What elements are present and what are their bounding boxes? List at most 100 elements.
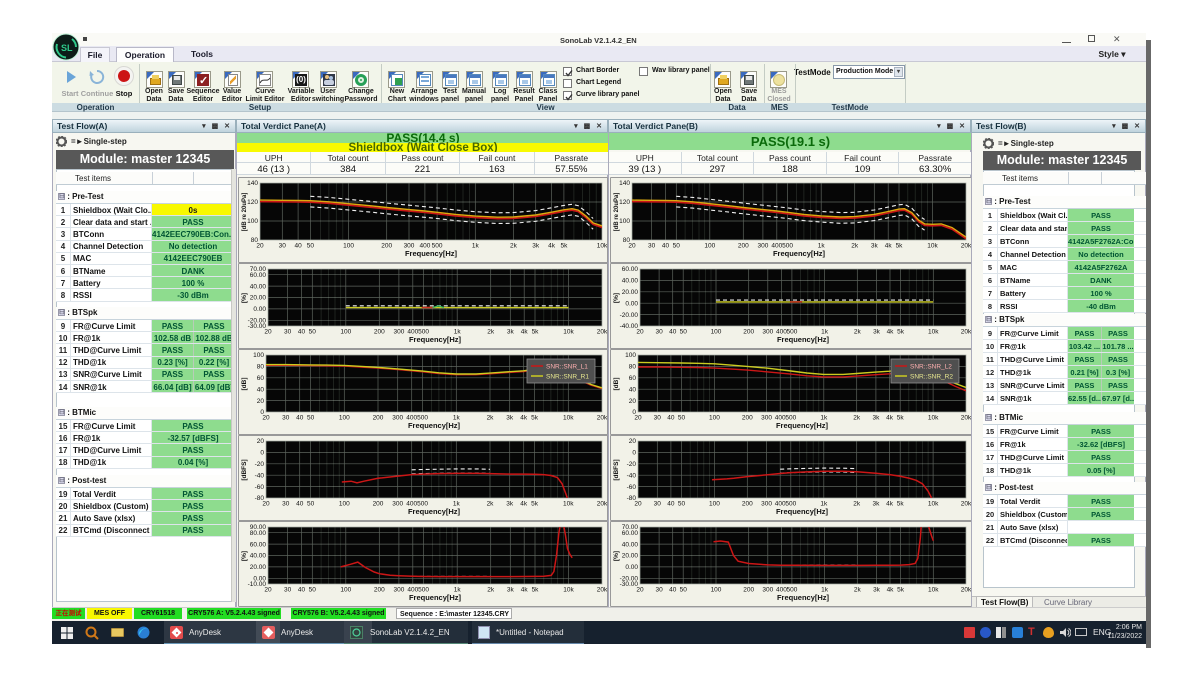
svg-text:10k: 10k: [928, 329, 939, 336]
svg-text:50: 50: [307, 415, 315, 422]
svg-text:2k: 2k: [487, 329, 495, 336]
svg-text:10k: 10k: [563, 329, 574, 336]
svg-text:-20: -20: [627, 461, 637, 468]
svg-text:-20.00: -20.00: [620, 312, 639, 319]
svg-text:20: 20: [264, 587, 272, 594]
svg-text:0.00: 0.00: [625, 300, 638, 307]
svg-text:0: 0: [260, 450, 264, 457]
svg-text:20k: 20k: [961, 329, 971, 336]
svg-text:50: 50: [678, 501, 686, 508]
svg-text:4k: 4k: [886, 415, 894, 422]
svg-text:100: 100: [704, 243, 715, 250]
svg-text:40.00: 40.00: [250, 283, 267, 290]
svg-text:2k: 2k: [487, 415, 495, 422]
svg-text:20: 20: [629, 398, 637, 405]
svg-text:300: 300: [762, 587, 773, 594]
svg-text:1k: 1k: [472, 243, 480, 250]
svg-text:40: 40: [257, 386, 265, 393]
svg-text:4k: 4k: [887, 587, 895, 594]
svg-text:5k: 5k: [531, 501, 539, 508]
svg-text:10k: 10k: [597, 243, 607, 250]
svg-text:4k: 4k: [521, 587, 529, 594]
svg-text:300: 300: [393, 587, 404, 594]
svg-text:20.00: 20.00: [622, 289, 639, 296]
svg-text:60: 60: [257, 375, 265, 382]
svg-text:60.00: 60.00: [622, 266, 639, 273]
svg-text:40.00: 40.00: [250, 553, 267, 560]
svg-text:SNR::SNR_L1: SNR::SNR_L1: [546, 364, 588, 371]
svg-text:100: 100: [339, 415, 350, 422]
svg-text:3k: 3k: [871, 243, 879, 250]
svg-text:140: 140: [247, 180, 258, 187]
svg-text:200: 200: [743, 587, 754, 594]
svg-text:40.00: 40.00: [622, 278, 639, 285]
svg-text:3k: 3k: [873, 329, 881, 336]
svg-text:10k: 10k: [927, 243, 938, 250]
svg-text:60.00: 60.00: [250, 272, 267, 279]
svg-text:[dBFS]: [dBFS]: [241, 459, 248, 480]
svg-text:30: 30: [282, 501, 290, 508]
svg-text:3k: 3k: [872, 415, 880, 422]
svg-text:20k: 20k: [961, 243, 971, 250]
svg-text:30: 30: [654, 415, 662, 422]
svg-text:2k: 2k: [510, 243, 518, 250]
svg-text:50: 50: [680, 587, 688, 594]
svg-text:3k: 3k: [532, 243, 540, 250]
svg-text:300: 300: [393, 329, 404, 336]
svg-text:20: 20: [636, 329, 644, 336]
svg-text:30: 30: [655, 587, 663, 594]
svg-text:20: 20: [257, 398, 265, 405]
svg-text:300: 300: [392, 415, 403, 422]
svg-text:120: 120: [619, 199, 630, 206]
svg-text:5k: 5k: [897, 329, 905, 336]
svg-text:0.00: 0.00: [253, 306, 266, 313]
svg-text:3k: 3k: [872, 501, 880, 508]
svg-text:40.00: 40.00: [622, 541, 639, 548]
svg-text:20: 20: [636, 587, 644, 594]
svg-text:300: 300: [392, 501, 403, 508]
svg-text:30: 30: [654, 501, 662, 508]
svg-text:20k: 20k: [961, 587, 971, 594]
svg-text:4k: 4k: [521, 329, 529, 336]
svg-text:4k: 4k: [520, 415, 528, 422]
svg-text:200: 200: [374, 329, 385, 336]
svg-text:60.00: 60.00: [622, 530, 639, 537]
svg-text:30: 30: [279, 243, 287, 250]
svg-text:-40: -40: [255, 472, 265, 479]
svg-text:30: 30: [655, 329, 663, 336]
svg-text:20.00: 20.00: [250, 564, 267, 571]
svg-text:140: 140: [619, 180, 630, 187]
svg-text:5k: 5k: [531, 415, 539, 422]
svg-text:-60: -60: [627, 484, 637, 491]
svg-text:200: 200: [373, 415, 384, 422]
svg-text:10k: 10k: [928, 587, 939, 594]
svg-text:100: 100: [253, 352, 264, 359]
svg-text:Frequency[Hz]: Frequency[Hz]: [408, 421, 461, 430]
svg-text:Frequency[Hz]: Frequency[Hz]: [776, 507, 829, 516]
svg-text:80: 80: [629, 364, 637, 371]
svg-text:20k: 20k: [597, 501, 607, 508]
svg-text:[%]: [%]: [613, 551, 620, 561]
svg-text:40: 40: [669, 329, 677, 336]
svg-text:200: 200: [743, 329, 754, 336]
svg-text:20: 20: [629, 438, 637, 445]
svg-text:2k: 2k: [487, 501, 495, 508]
svg-text:3k: 3k: [507, 329, 515, 336]
svg-text:2k: 2k: [487, 587, 495, 594]
svg-text:20k: 20k: [961, 415, 971, 422]
svg-text:-40: -40: [627, 472, 637, 479]
svg-text:10k: 10k: [928, 501, 939, 508]
svg-text:2k: 2k: [854, 587, 862, 594]
svg-text:30: 30: [284, 329, 292, 336]
svg-text:5k: 5k: [897, 501, 905, 508]
svg-text:20: 20: [634, 501, 642, 508]
svg-text:Frequency[Hz]: Frequency[Hz]: [776, 421, 829, 430]
svg-text:SL: SL: [61, 43, 73, 53]
svg-text:200: 200: [738, 243, 749, 250]
svg-text:40: 40: [296, 415, 304, 422]
svg-text:4k: 4k: [885, 243, 893, 250]
svg-text:40: 40: [667, 415, 675, 422]
svg-text:50: 50: [309, 329, 317, 336]
svg-text:50: 50: [678, 415, 686, 422]
svg-text:80.00: 80.00: [250, 530, 267, 537]
